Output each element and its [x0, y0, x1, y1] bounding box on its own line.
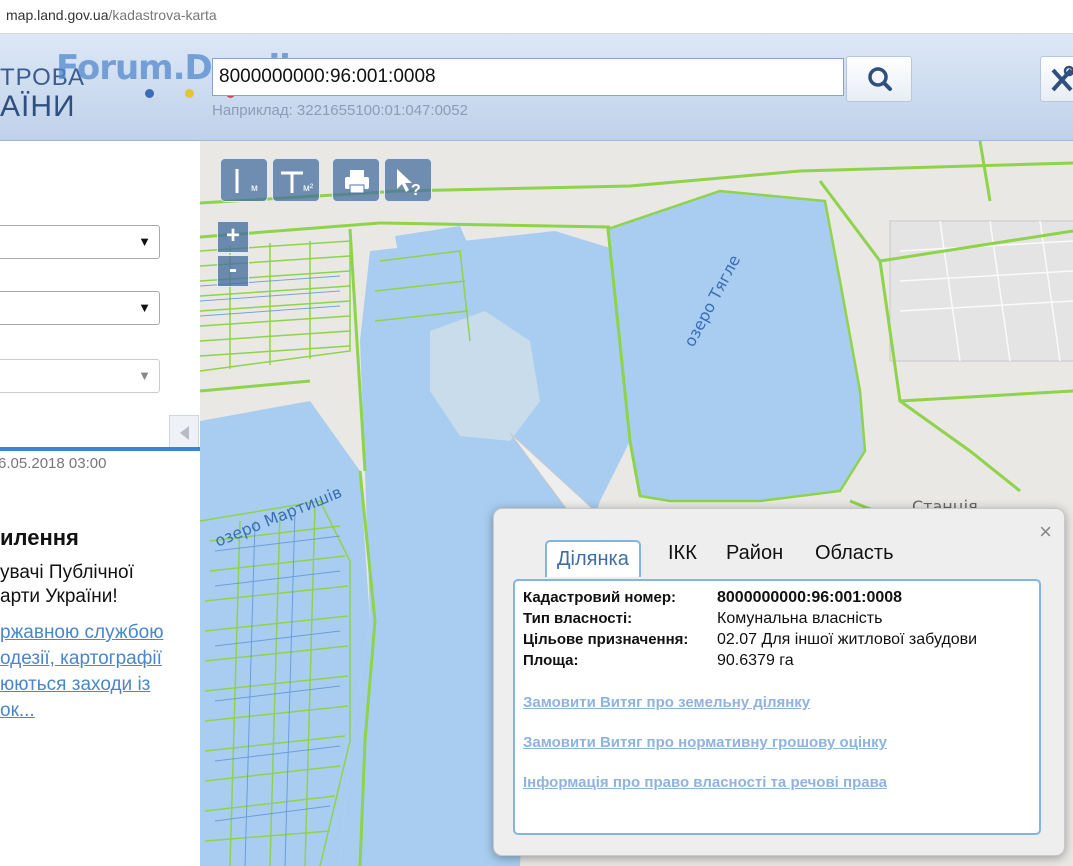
layer-select-3[interactable]: ▼ [0, 359, 160, 393]
tab-ikk[interactable]: ІКК [668, 542, 697, 565]
url-host: map.land.gov.ua [6, 7, 109, 23]
news-text-line: арти України! [0, 586, 118, 607]
news-date: 6.05.2018 03:00 [0, 455, 107, 472]
chevron-down-icon: ▼ [138, 300, 151, 315]
lake-tyahle [606, 189, 867, 503]
news-link-line: ржавною службою [0, 622, 164, 643]
search-button[interactable] [846, 56, 912, 102]
collapse-sidebar-button[interactable] [169, 415, 199, 449]
popup-content: Кадастровий номер: 8000000000:96:001:000… [513, 579, 1041, 835]
news-link-line: юються заходи із [0, 674, 151, 695]
measure-length-tool[interactable]: м [220, 158, 268, 202]
news-link-line: ок... [0, 700, 35, 721]
measure-area-tool[interactable]: м² [272, 158, 320, 202]
svg-text:м²: м² [303, 183, 314, 194]
field-value-area: 90.6379 га [717, 652, 794, 669]
field-label-ownership: Тип власності: [523, 610, 633, 627]
layer-select-1[interactable]: ▼ [0, 225, 160, 259]
left-sidebar: ▼ ▼ ▼ 6.05.2018 03:00 илення увачі Публі… [0, 141, 200, 866]
ruler-length-icon: м [235, 169, 258, 194]
tab-district[interactable]: Район [726, 542, 783, 565]
close-icon[interactable]: × [1039, 519, 1052, 545]
lake-martyshiv [200, 401, 370, 866]
order-land-extract-link[interactable]: Замовити Витяг про земельну ділянку [523, 694, 810, 711]
tab-region[interactable]: Область [815, 542, 894, 565]
tab-parcel[interactable]: Ділянка [545, 540, 641, 577]
url-path: /kadastrova-karta [108, 7, 217, 23]
printer-icon [345, 170, 369, 194]
svg-text:?: ? [411, 182, 421, 199]
field-value-cadastral: 8000000000:96:001:0008 [717, 589, 903, 606]
cadastral-search-input[interactable] [212, 58, 844, 96]
tools-icon [1051, 65, 1073, 92]
url-text[interactable]: map.land.gov.ua/kadastrova-karta [6, 7, 217, 23]
news-text-line: увачі Публічної [0, 562, 134, 583]
cursor-help-icon: ? [397, 169, 421, 199]
logo-text-line2: АЇНИ [0, 90, 76, 123]
order-valuation-extract-link[interactable]: Замовити Витяг про нормативну грошову оц… [523, 734, 887, 751]
logo-dot-blue [145, 89, 154, 98]
print-tool[interactable] [332, 158, 380, 202]
layer-select-2[interactable]: ▼ [0, 291, 160, 325]
svg-text:м: м [251, 183, 258, 194]
field-value-ownership: Комунальна власність [717, 610, 883, 627]
browser-address-bar[interactable]: map.land.gov.ua/kadastrova-karta [0, 0, 1073, 34]
zoom-out-button[interactable]: - [217, 255, 249, 287]
ruler-area-icon: м² [281, 171, 314, 194]
chevron-down-icon: ▼ [138, 234, 151, 249]
logo-dot-yellow [185, 89, 194, 98]
news-read-more-link[interactable]: ржавною службою одезії, картографії юють… [0, 620, 188, 724]
ownership-info-link[interactable]: Інформація про право власності та речові… [523, 774, 887, 791]
sidebar-divider [0, 447, 200, 451]
identify-tool[interactable]: ? [384, 158, 432, 202]
field-value-purpose: 02.07 Для іншої житлової забудови [717, 631, 978, 648]
search-hint: Наприклад: 3221655100:01:047:0052 [212, 102, 468, 119]
site-header: ТРОВА АЇНИ Forum.Domik.ua Наприклад: 322… [0, 34, 1073, 141]
search-icon [868, 67, 892, 91]
field-label-cadastral: Кадастровий номер: [523, 589, 677, 606]
field-label-area: Площа: [523, 652, 579, 669]
parcel-info-popup: × Ділянка ІКК Район Область Кадастровий … [493, 508, 1065, 856]
news-text: увачі Публічної арти України! [0, 561, 188, 609]
zoom-in-button[interactable]: + [217, 221, 249, 253]
field-label-purpose: Цільове призначення: [523, 631, 689, 648]
news-link-line: одезії, картографії [0, 648, 162, 669]
chevron-left-icon [180, 426, 189, 440]
news-title: илення [0, 525, 79, 550]
tools-button[interactable] [1040, 56, 1073, 102]
chevron-down-icon: ▼ [138, 368, 151, 383]
